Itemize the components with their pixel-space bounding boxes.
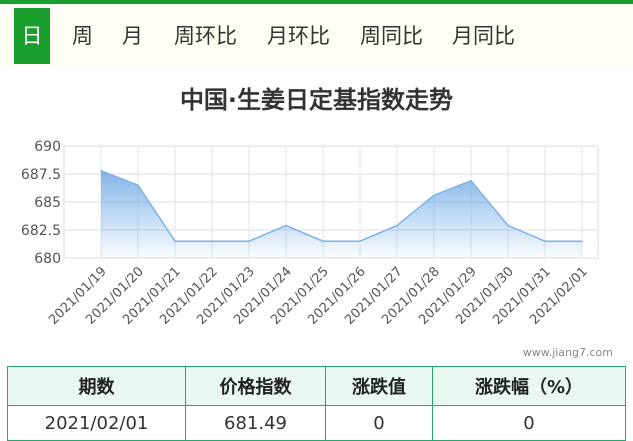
y-tick-label: 685: [34, 195, 61, 211]
data-point: [174, 240, 176, 242]
price-index-chart: 690687.5685682.5680 2021/01/192021/01/20…: [21, 139, 599, 328]
data-point: [470, 179, 472, 182]
y-tick-label: 690: [34, 139, 61, 155]
data-point: [248, 240, 250, 242]
data-point: [137, 184, 139, 186]
data-point: [285, 224, 287, 227]
period-tabs: 日 周 月 周环比 月环比 周同比 月同比: [0, 4, 633, 66]
data-point: [433, 194, 435, 197]
data-point: [544, 240, 546, 242]
header-period: 期数: [7, 366, 186, 406]
tab-week-year-on-year[interactable]: 周同比: [360, 8, 423, 64]
data-point: [396, 224, 398, 227]
series-area: [101, 170, 582, 258]
chart-title: 中国·生姜日定基指数走势: [179, 86, 454, 114]
index-table: 期数 价格指数 涨跌值 涨跌幅（%） 2021/02/01 681.49 0 0: [7, 366, 626, 441]
data-point: [211, 240, 213, 242]
tab-week[interactable]: 周: [72, 8, 93, 64]
header-change-value: 涨跌值: [325, 366, 433, 406]
cell-price-index: 681.49: [185, 405, 326, 441]
data-point: [322, 240, 324, 242]
cell-change-percent: 0: [432, 405, 626, 441]
tab-month[interactable]: 月: [122, 8, 143, 64]
data-point: [581, 240, 583, 242]
header-price-index: 价格指数: [185, 366, 326, 406]
tab-month-on-month[interactable]: 月环比: [267, 8, 330, 64]
table-row: 2021/02/01 681.49 0 0: [7, 405, 626, 441]
cell-change-value: 0: [325, 405, 433, 441]
header-change-percent: 涨跌幅（%）: [432, 366, 626, 406]
tab-day[interactable]: 日: [14, 8, 50, 64]
y-tick-label: 682.5: [21, 223, 61, 239]
watermark: www.jiang7.com: [522, 346, 613, 359]
tab-week-on-week[interactable]: 周环比: [174, 8, 237, 64]
tab-month-year-on-year[interactable]: 月同比: [452, 8, 515, 64]
y-tick-label: 680: [34, 251, 61, 267]
data-point: [100, 169, 102, 172]
data-point: [359, 240, 361, 242]
y-tick-label: 687.5: [21, 167, 61, 183]
cell-period: 2021/02/01: [7, 405, 186, 441]
table-header-row: 期数 价格指数 涨跌值 涨跌幅（%）: [7, 366, 626, 406]
data-point: [507, 224, 509, 227]
